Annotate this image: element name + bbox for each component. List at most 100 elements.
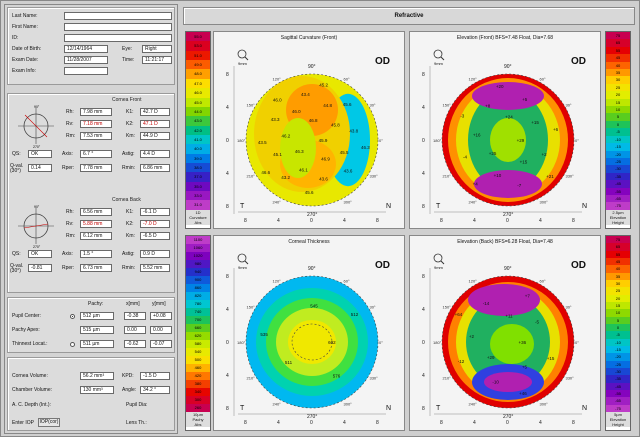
degree-label: 300° bbox=[540, 199, 549, 204]
back-k2-field: -7.0 D bbox=[140, 220, 170, 228]
cornea-volume-label: Cornea Volume: bbox=[12, 373, 48, 379]
app-window: Last Name: First Name: ID: Date of Birth… bbox=[0, 0, 640, 437]
pupil-center-radio[interactable] bbox=[70, 314, 75, 319]
cornea-values-panel: Cornea Front 90° 270° Rh: 7.98 mm K1: 42… bbox=[7, 93, 175, 293]
scale-swatch: 500 bbox=[186, 356, 210, 364]
map-value-label: +15 bbox=[520, 160, 528, 165]
scale-footer-label: Abs bbox=[186, 219, 210, 225]
iop-cor-button[interactable]: IOP(cor) bbox=[38, 418, 60, 427]
time-field[interactable]: 11:21:17 bbox=[142, 56, 172, 64]
zoom-label: 9mm bbox=[434, 61, 444, 66]
map-value-label: 576 bbox=[333, 374, 341, 379]
elevation-back-plot[interactable]: +36 +29 +11 +5 +2 -5 -10 -14 +15 -12 +7 +46 +64 8 8 4 4 0… bbox=[410, 236, 602, 432]
scale-swatch: -5 bbox=[606, 128, 630, 136]
scale-swatch: 0 bbox=[606, 323, 630, 332]
front-k1-label: K1: bbox=[126, 109, 134, 115]
y-tick-label: 4 bbox=[226, 171, 229, 177]
elevation-front-map[interactable]: Elevation (Front) BFS=7.48 Float, Dia=7.… bbox=[409, 31, 601, 229]
scale-swatch: -55 bbox=[606, 187, 630, 195]
y-tick-label: 8 bbox=[226, 274, 229, 280]
map-value-label: 602 bbox=[328, 340, 336, 345]
scale-swatch: 45 bbox=[606, 54, 630, 62]
volume-panel: Cornea Volume: 56.2 mm³ KPD: -1.5 D Cham… bbox=[7, 357, 175, 431]
first-name-field[interactable] bbox=[64, 23, 172, 31]
degree-label: 180° bbox=[433, 340, 442, 345]
degree-label: 180° bbox=[237, 138, 246, 143]
zoom-icon[interactable]: 9mm bbox=[237, 49, 249, 66]
scale-swatch: 1060 bbox=[186, 244, 210, 252]
scale-swatch: 44.0 bbox=[186, 106, 210, 117]
degree-label: 210° bbox=[443, 174, 452, 179]
scale-swatch: 10 bbox=[606, 309, 630, 317]
x-tick-label: 8 bbox=[440, 218, 443, 224]
back-astig-field: 0.9 D bbox=[140, 250, 170, 258]
scale-swatch: 15 bbox=[606, 301, 630, 310]
angle-field: 34.2 ° bbox=[140, 386, 170, 394]
scale-swatch: 340 bbox=[186, 388, 210, 396]
scale-swatch: 580 bbox=[186, 340, 210, 348]
scale-swatch: 700 bbox=[186, 316, 210, 324]
scale-swatch: 35 bbox=[606, 69, 630, 77]
zoom-icon[interactable]: 9mm bbox=[433, 253, 445, 270]
exam-date-field[interactable]: 11/28/2007 bbox=[64, 56, 108, 64]
scale-swatch: 55.0 bbox=[186, 32, 210, 42]
y-tick-label: 0 bbox=[422, 138, 425, 144]
axis-90-label: 90° bbox=[504, 64, 512, 70]
degree-label: 330° bbox=[369, 174, 378, 179]
degree-label: 330° bbox=[565, 376, 574, 381]
y-tick-label: 8 bbox=[226, 406, 229, 412]
scale-swatch: -15 bbox=[606, 143, 630, 151]
zoom-icon[interactable]: 9mm bbox=[237, 253, 249, 270]
front-rper-field: 7.78 mm bbox=[80, 164, 112, 172]
scale-swatch: -45 bbox=[606, 382, 630, 390]
scale-swatch: 35.0 bbox=[186, 181, 210, 192]
scale-swatch: 42.0 bbox=[186, 125, 210, 135]
back-rper-label: Rper: bbox=[62, 265, 75, 271]
pachy-color-scale: 1100 1060 1020 980 940 900 860 820 780 740 700 660 6… bbox=[185, 235, 211, 431]
map-value-label: 43.2 bbox=[281, 175, 290, 180]
pupil-center-pachy: 512 µm bbox=[80, 312, 114, 320]
last-name-field[interactable] bbox=[64, 12, 172, 20]
y-tick-label: 0 bbox=[226, 138, 229, 144]
sagittal-curvature-map[interactable]: Sagittal Curvature (Front) OD 45.9 46.3 46… bbox=[213, 31, 405, 229]
chamber-volume-label: Chamber Volume: bbox=[12, 387, 53, 393]
nasal-label: N bbox=[386, 203, 391, 210]
exam-info-field[interactable] bbox=[64, 67, 108, 75]
pachymetry-panel: Pachy: x[mm] y[mm] Pupil Center: 512 µm … bbox=[7, 297, 175, 353]
thinnest-locat-radio[interactable] bbox=[70, 342, 75, 347]
degree-label: 0° bbox=[575, 340, 579, 345]
front-qs-field: OK bbox=[28, 150, 52, 158]
corneal-thickness-plot[interactable]: 602 511 545 576 535 512 8 8 4 4 0 0 4 4 8 8 90° 270° T N 120… bbox=[214, 236, 406, 432]
y-tick-label: 4 bbox=[422, 105, 425, 111]
front-km-field: 44.9 D bbox=[140, 132, 170, 140]
front-rh-label: Rh: bbox=[66, 109, 74, 115]
eye-field[interactable]: Right bbox=[142, 45, 172, 53]
degree-label: 120° bbox=[273, 279, 282, 284]
corneal-thickness-map[interactable]: Corneal Thickness OD 602 511 545 576 535 512 8… bbox=[213, 235, 405, 431]
thinnest-locat-label: Thinnest Locat.: bbox=[12, 341, 48, 347]
elevation-front-plot[interactable]: +29 +25 +24 +15 +16 +15 +10 +8 +2 -4 +5 -7 -3 +6 +4 +20… bbox=[410, 32, 602, 230]
front-axis-field: 6.7 ° bbox=[80, 150, 112, 158]
scale-swatch: -30 bbox=[606, 165, 630, 173]
map-value-label: -7 bbox=[517, 183, 521, 188]
scale-swatch: 41.0 bbox=[186, 134, 210, 145]
id-field[interactable] bbox=[64, 34, 172, 42]
zoom-icon[interactable]: 9mm bbox=[433, 49, 445, 66]
cornea-volume-field: 56.2 mm³ bbox=[80, 372, 114, 380]
back-km-label: Km: bbox=[126, 233, 135, 239]
degree-label: 150° bbox=[247, 305, 256, 310]
scale-swatch: 1100 bbox=[186, 236, 210, 244]
elevation-back-map[interactable]: Elevation (Back) BFS=6.28 Float, Dia=7.4… bbox=[409, 235, 601, 431]
dob-field[interactable]: 12/14/1964 bbox=[64, 45, 108, 53]
back-rper-field: 6.73 mm bbox=[80, 264, 112, 272]
map-value-label: -12 bbox=[458, 359, 465, 364]
scale-swatch: 45.0 bbox=[186, 97, 210, 107]
svg-text:90°: 90° bbox=[34, 105, 40, 109]
scale-swatch: 980 bbox=[186, 260, 210, 268]
map-value-label: +15 bbox=[547, 356, 555, 361]
thinnest-locat-x: -0.62 bbox=[124, 340, 146, 348]
map-value-label: 535 bbox=[260, 332, 268, 337]
map-depression-zone-top bbox=[472, 82, 544, 110]
scale-swatch: 20 bbox=[606, 91, 630, 99]
sagittal-curvature-plot[interactable]: 45.9 46.3 46.8 46.9 46.2 45.8 46.1 46.0 45.5 45.1… bbox=[214, 32, 406, 230]
